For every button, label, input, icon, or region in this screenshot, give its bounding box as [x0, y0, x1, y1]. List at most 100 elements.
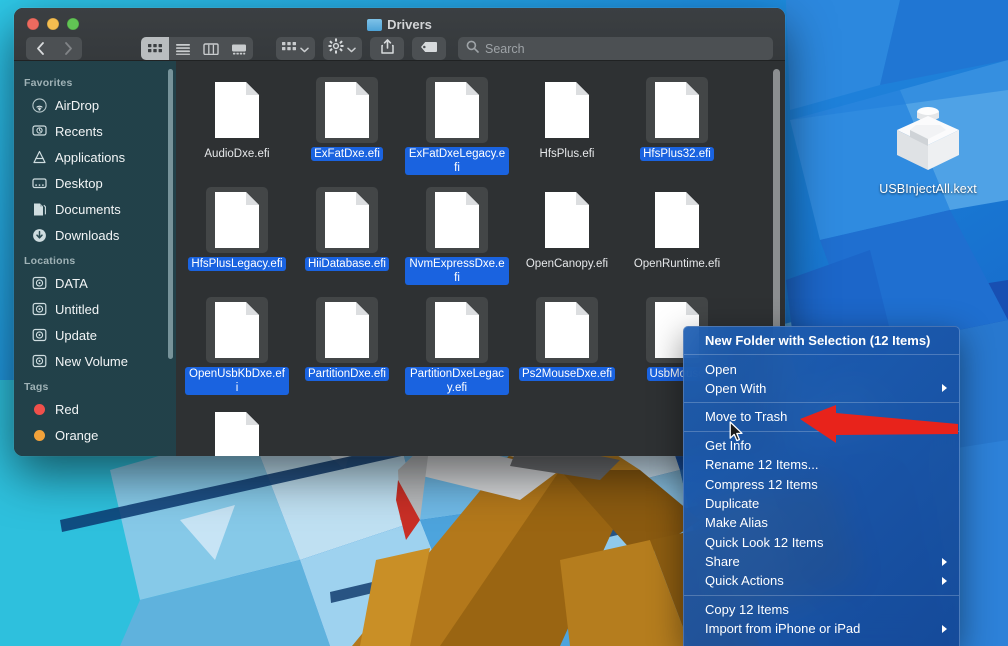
forward-button[interactable] — [54, 37, 82, 60]
finder-sidebar[interactable]: Favorites AirDrop Recents Applications D… — [14, 61, 176, 456]
kext-block-icon — [866, 100, 990, 179]
submenu-arrow-icon — [942, 557, 947, 566]
file-item-label: PartitionDxe.efi — [305, 367, 389, 381]
desktop: USBInjectAll.kext Drivers Search Favorit… — [0, 0, 1008, 646]
file-item[interactable]: OpenRuntime.efi — [622, 181, 732, 291]
gallery-view-button[interactable] — [225, 37, 253, 60]
desktop-icon — [31, 175, 48, 192]
sidebar-item-tag-orange[interactable]: Orange — [14, 422, 176, 448]
sidebar-item-downloads[interactable]: Downloads — [14, 222, 176, 248]
back-button[interactable] — [26, 37, 54, 60]
sidebar-item-data[interactable]: DATA — [14, 270, 176, 296]
menu-separator — [684, 594, 959, 596]
file-item-label: HfsPlus.efi — [539, 148, 595, 160]
desktop-icon-usbinjectall[interactable]: USBInjectAll.kext — [866, 100, 990, 198]
file-document-icon — [646, 77, 708, 143]
group-by-button[interactable] — [276, 37, 315, 60]
file-item[interactable]: PartitionDxeLegacy.efi — [402, 291, 512, 401]
menu-item-rename-12-items[interactable]: Rename 12 Items... — [684, 455, 959, 474]
file-item[interactable]: ExFatDxe.efi — [292, 71, 402, 181]
file-item[interactable]: OpenUsbKbDxe.efi — [182, 291, 292, 401]
file-item[interactable]: NvmExpressDxe.efi — [402, 181, 512, 291]
menu-item-make-alias[interactable]: Make Alias — [684, 513, 959, 532]
share-button[interactable] — [370, 37, 404, 60]
menu-item-quick-look-12-items[interactable]: Quick Look 12 Items — [684, 533, 959, 552]
file-item[interactable]: HiiDatabase.efi — [292, 181, 402, 291]
menu-item-import-from-iphone-or-ipad[interactable]: Import from iPhone or iPad — [684, 619, 959, 638]
sidebar-item-label: Orange — [55, 427, 99, 443]
action-menu-button[interactable] — [323, 37, 362, 60]
menu-item-open[interactable]: Open — [684, 359, 959, 378]
finder-toolbar[interactable]: Search — [14, 36, 785, 61]
context-menu[interactable]: New Folder with Selection (12 Items) Open… — [683, 326, 960, 646]
menu-item-quick-actions[interactable]: Quick Actions — [684, 571, 959, 590]
list-view-button[interactable] — [169, 37, 197, 60]
sidebar-item-tag-red[interactable]: Red — [14, 396, 176, 422]
window-titlebar[interactable]: Drivers Search — [14, 8, 785, 61]
folder-icon — [367, 18, 383, 31]
window-title: Drivers — [14, 17, 785, 32]
tag-dot-icon — [31, 427, 48, 444]
menu-item-label: Open With — [705, 380, 767, 396]
file-document-icon — [206, 77, 268, 143]
file-item-label: OpenCanopy.efi — [525, 258, 609, 270]
file-item[interactable]: HfsPlusLegacy.efi — [182, 181, 292, 291]
downloads-icon — [31, 227, 48, 244]
icon-view-button[interactable] — [141, 37, 169, 60]
tag-button[interactable] — [412, 37, 446, 60]
search-icon — [466, 40, 479, 58]
search-field[interactable]: Search — [458, 37, 773, 60]
sidebar-section-tags-header: Tags — [24, 381, 49, 393]
window-title-text: Drivers — [387, 17, 432, 32]
sidebar-scrollbar[interactable] — [168, 69, 173, 359]
sidebar-item-new-volume[interactable]: New Volume — [14, 348, 176, 374]
menu-item-duplicate[interactable]: Duplicate — [684, 494, 959, 513]
file-item-label: OpenUsbKbDxe.efi — [185, 367, 289, 395]
menu-item-open-with[interactable]: Open With — [684, 379, 959, 398]
menu-item-label: Compress 12 Items — [705, 476, 818, 492]
column-view-button[interactable] — [197, 37, 225, 60]
menu-item-label: Import from iPhone or iPad — [705, 621, 861, 637]
file-document-icon — [426, 187, 488, 253]
menu-item-copy-12-items[interactable]: Copy 12 Items — [684, 600, 959, 619]
menu-item-label: Move to Trash — [705, 409, 788, 425]
file-item-label: OpenRuntime.efi — [633, 258, 721, 270]
file-item-label: HiiDatabase.efi — [305, 257, 389, 271]
sidebar-item-documents[interactable]: Documents — [14, 196, 176, 222]
view-mode-buttons[interactable] — [141, 37, 253, 60]
menu-item-label: Make Alias — [705, 515, 768, 531]
menu-item-label: New Folder with Selection (12 Items) — [705, 333, 931, 349]
tag-icon — [420, 40, 438, 58]
file-item-label: ExFatDxeLegacy.efi — [405, 147, 509, 175]
menu-item-new-folder-with-selection-12-items[interactable]: New Folder with Selection (12 Items) — [684, 331, 959, 350]
sidebar-item-airdrop[interactable]: AirDrop — [14, 92, 176, 118]
sidebar-item-update[interactable]: Update — [14, 322, 176, 348]
navigation-buttons[interactable] — [26, 37, 82, 60]
sidebar-item-recents[interactable]: Recents — [14, 118, 176, 144]
sidebar-item-untitled[interactable]: Untitled — [14, 296, 176, 322]
mouse-cursor — [729, 421, 745, 448]
menu-item-share[interactable]: Share — [684, 552, 959, 571]
file-item[interactable]: HfsPlus.efi — [512, 71, 622, 181]
sidebar-section-locations-header: Locations — [24, 255, 76, 267]
sidebar-item-applications[interactable]: Applications — [14, 144, 176, 170]
file-item[interactable]: HfsPlus32.efi — [622, 71, 732, 181]
search-input[interactable]: Search — [485, 42, 525, 56]
file-item[interactable] — [182, 401, 292, 456]
file-document-icon — [206, 407, 268, 456]
file-item-label: Ps2MouseDxe.efi — [518, 367, 616, 381]
file-item[interactable]: PartitionDxe.efi — [292, 291, 402, 401]
gear-icon — [328, 38, 344, 59]
file-item[interactable]: AudioDxe.efi — [182, 71, 292, 181]
menu-item-label: Open — [705, 361, 737, 377]
sidebar-item-desktop[interactable]: Desktop — [14, 170, 176, 196]
file-document-icon — [536, 297, 598, 363]
file-item[interactable]: OpenCanopy.efi — [512, 181, 622, 291]
menu-item-compress-12-items[interactable]: Compress 12 Items — [684, 474, 959, 493]
file-item[interactable]: Ps2MouseDxe.efi — [512, 291, 622, 401]
menu-item-label: Quick Actions — [705, 573, 784, 589]
sidebar-item-label: Downloads — [55, 227, 120, 243]
finder-window[interactable]: Drivers Search Favorites AirDrop Recents… — [14, 8, 785, 456]
sidebar-item-label: New Volume — [55, 353, 128, 369]
file-item[interactable]: ExFatDxeLegacy.efi — [402, 71, 512, 181]
